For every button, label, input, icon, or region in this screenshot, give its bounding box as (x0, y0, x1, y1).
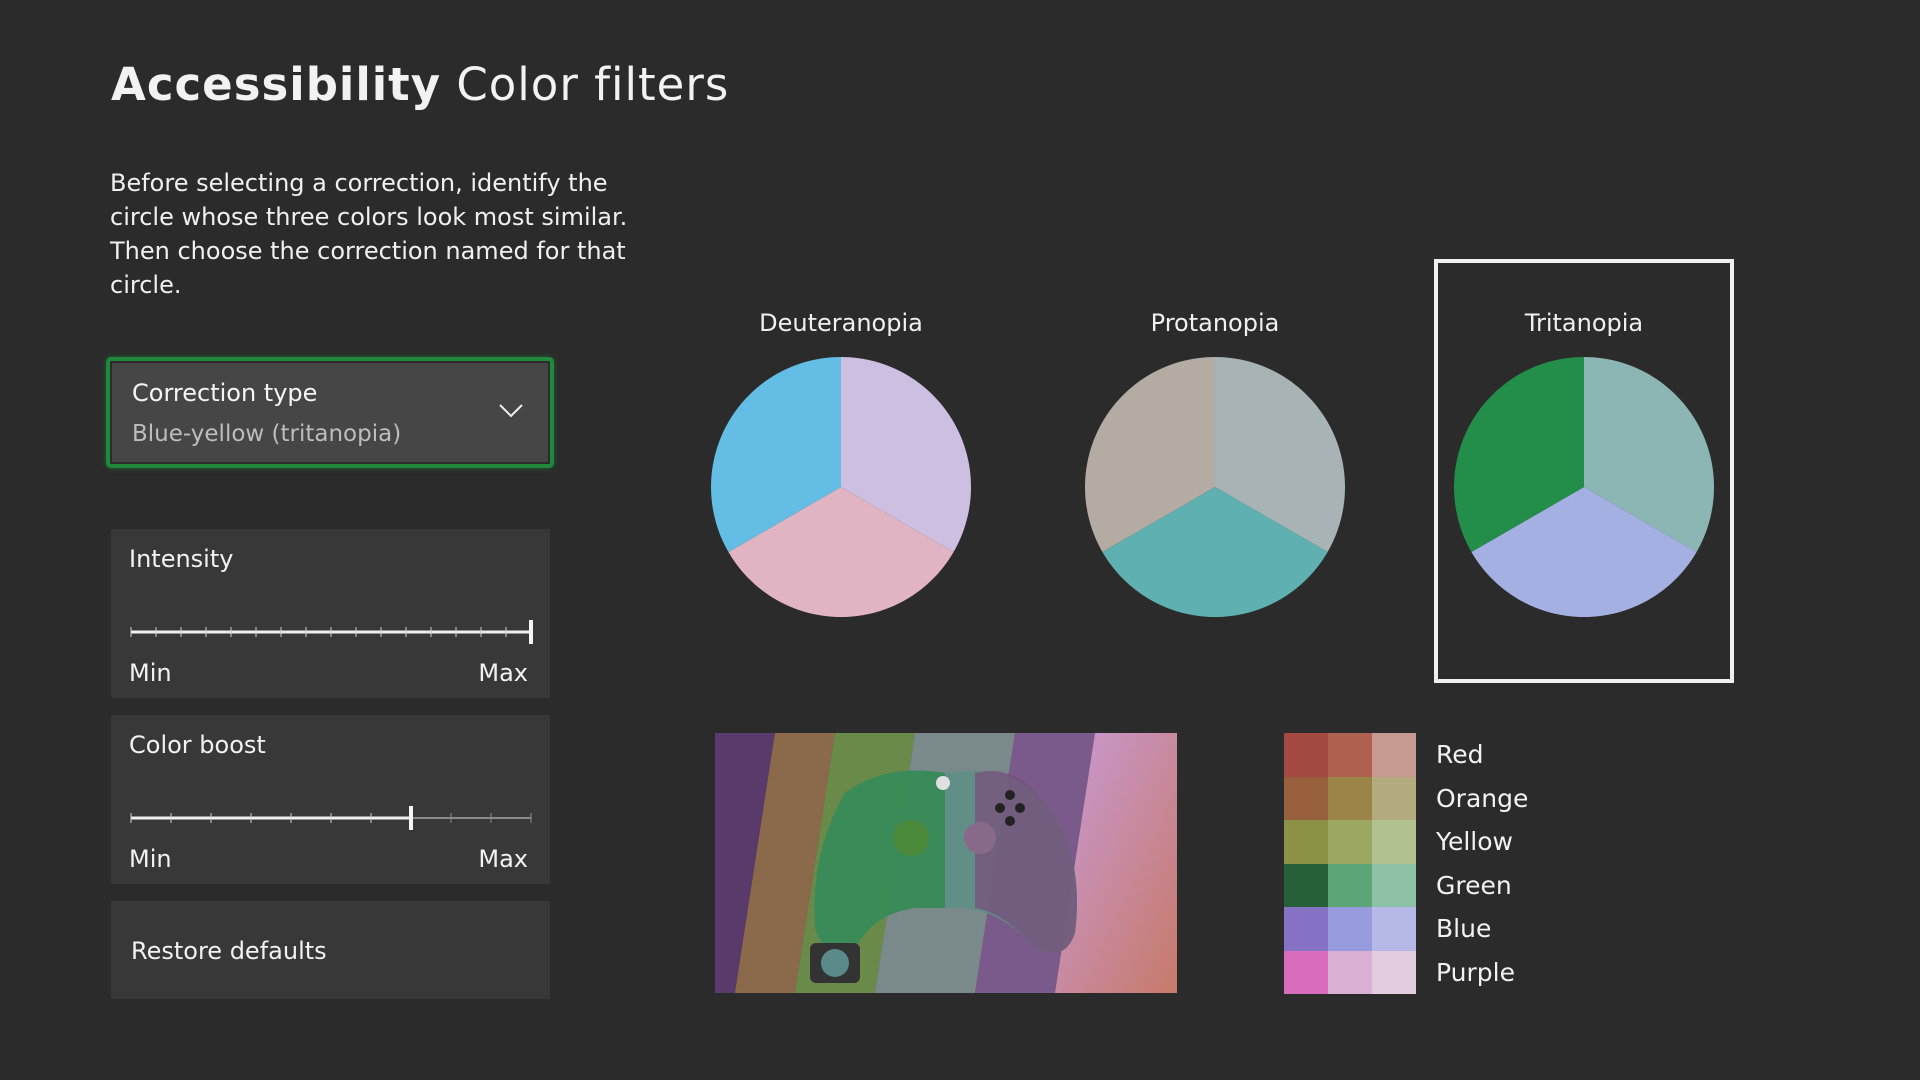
swatch-cell (1372, 863, 1416, 907)
restore-defaults-label: Restore defaults (131, 937, 327, 965)
swatch-cell (1284, 950, 1328, 994)
color-filters-screen: Accessibility Color filters Before selec… (0, 0, 1920, 1080)
swatch-row-blue: Blue (1284, 907, 1528, 951)
color-boost-slider[interactable] (129, 803, 533, 833)
correction-type-value: Blue-yellow (tritanopia) (132, 421, 402, 447)
chevron-down-icon (499, 404, 523, 418)
swatch-row-purple: Purple (1284, 950, 1528, 994)
slider-thumb[interactable] (409, 806, 413, 830)
circle-title-deuteranopia: Deuteranopia (759, 309, 923, 337)
restore-defaults-button[interactable]: Restore defaults (111, 901, 550, 999)
swatch-cell (1284, 863, 1328, 907)
swatch-cell (1372, 950, 1416, 994)
swatch-label-purple: Purple (1436, 957, 1515, 987)
page-title: Accessibility Color filters (111, 58, 729, 111)
controller-artwork-image (715, 733, 1177, 993)
title-subtitle: Color filters (456, 58, 730, 111)
swatch-cell (1284, 776, 1328, 820)
intensity-slider[interactable] (129, 617, 533, 647)
deuteranopia-pie (711, 357, 971, 617)
swatch-cell (1328, 863, 1372, 907)
circle-title-protanopia: Protanopia (1150, 309, 1280, 337)
intensity-label: Intensity (129, 545, 234, 573)
swatch-label-yellow: Yellow (1436, 827, 1513, 857)
intensity-panel[interactable]: Intensity Min Max (111, 529, 550, 698)
color-swatch-grid: Red Orange Yellow Green Blue Purple (1284, 733, 1528, 994)
swatch-label-blue: Blue (1436, 914, 1492, 944)
swatch-row-yellow: Yellow (1284, 820, 1528, 864)
circle-deuteranopia[interactable]: Deuteranopia (710, 309, 972, 618)
color-boost-panel[interactable]: Color boost Min Max (111, 715, 550, 884)
swatch-label-red: Red (1436, 740, 1484, 770)
correction-type-label: Correction type (132, 379, 318, 407)
title-bold: Accessibility (111, 58, 442, 111)
slider-thumb[interactable] (529, 620, 533, 644)
swatch-label-orange: Orange (1436, 783, 1529, 813)
swatch-cell (1284, 907, 1328, 951)
swatch-cell (1284, 820, 1328, 864)
swatch-cell (1372, 776, 1416, 820)
swatch-row-green: Green (1284, 863, 1528, 907)
swatch-cell (1328, 776, 1372, 820)
swatch-cell (1372, 907, 1416, 951)
swatch-cell (1284, 733, 1328, 777)
circle-protanopia[interactable]: Protanopia (1084, 309, 1346, 618)
swatch-cell (1372, 733, 1416, 777)
circle-tritanopia[interactable]: Tritanopia (1453, 309, 1715, 618)
swatch-cell (1328, 907, 1372, 951)
swatch-label-green: Green (1436, 870, 1512, 900)
swatch-row-orange: Orange (1284, 776, 1529, 820)
circle-title-tritanopia: Tritanopia (1524, 309, 1644, 337)
tritanopia-pie (1454, 357, 1714, 617)
swatch-cell (1328, 733, 1372, 777)
swatch-cell (1328, 950, 1372, 994)
color-boost-label: Color boost (129, 731, 266, 759)
color-boost-min-label: Min (129, 845, 172, 873)
swatch-cell (1328, 820, 1372, 864)
intensity-max-label: Max (478, 659, 528, 687)
swatch-row-red: Red (1284, 733, 1528, 777)
swatch-cell (1372, 820, 1416, 864)
protanopia-pie (1085, 357, 1345, 617)
intensity-min-label: Min (129, 659, 172, 687)
instructions-text: Before selecting a correction, identify … (110, 169, 628, 299)
correction-type-dropdown[interactable]: Correction type Blue-yellow (tritanopia) (106, 357, 554, 468)
color-boost-max-label: Max (478, 845, 528, 873)
